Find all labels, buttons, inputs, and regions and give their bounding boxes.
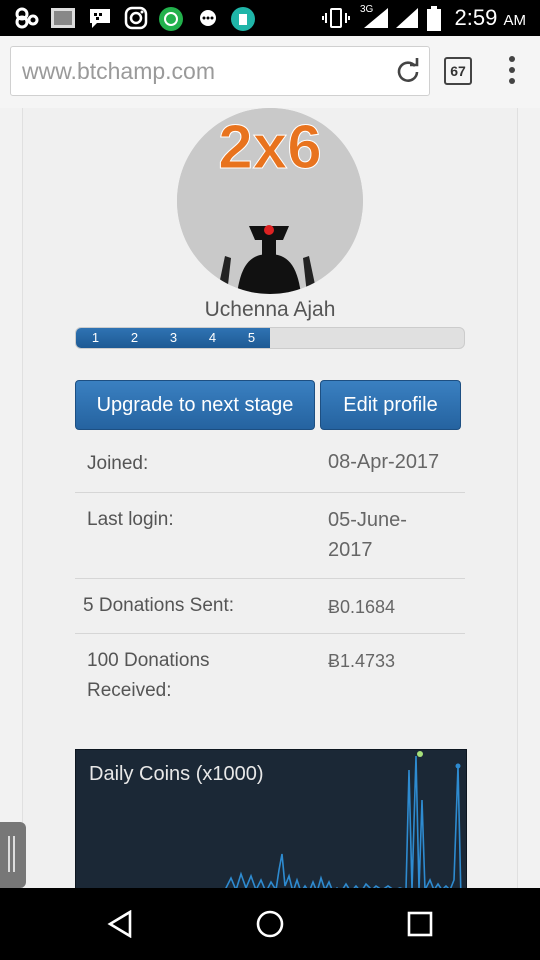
stage-labels: 1 2 3 4 5 [76, 328, 271, 348]
reload-icon[interactable] [395, 58, 421, 84]
gallery-icon [51, 8, 75, 28]
stat-value: Ƀ1.4733 [328, 651, 396, 671]
recent-apps-icon[interactable] [406, 910, 434, 938]
avatar-image: 2x6 [177, 108, 363, 294]
stat-label: Joined: [87, 453, 149, 474]
edit-profile-button[interactable]: Edit profile [320, 380, 461, 430]
daily-coins-chart: Daily Coins (x1000) [75, 749, 467, 888]
stat-value: 08-Apr-2017 [328, 451, 440, 473]
stat-value: 05-June-2017 [328, 509, 407, 561]
web-page: 2x6 Uchenna Ajah 1 2 3 4 5 Upgrade to next s… [0, 108, 540, 888]
stat-label: 5 Donations Sent: [83, 595, 235, 616]
stage-progress-bar: 1 2 3 4 5 [75, 327, 465, 349]
clock-ampm: AM [503, 12, 527, 29]
url-field[interactable]: www.btchamp.com [10, 46, 430, 96]
app-icon [15, 7, 39, 29]
chart-end-point [455, 763, 461, 769]
stat-row-last-login: Last login: 05-June-2017 [75, 492, 465, 579]
stat-label: Last login: [87, 509, 174, 530]
signal-icon [364, 8, 388, 28]
clock: 2:59 AM [455, 5, 526, 31]
green-app-icon [159, 7, 183, 31]
tab-switcher-button[interactable]: 67 [444, 57, 472, 85]
browser-toolbar: www.btchamp.com 67 [0, 36, 540, 109]
chart-series-line [225, 755, 462, 888]
cleaner-icon [231, 7, 255, 31]
stat-row-donations-sent: 5 Donations Sent: Ƀ0.1684 [75, 578, 465, 634]
signal-icon-2 [396, 8, 418, 28]
chart-plot [225, 751, 462, 888]
stat-value: Ƀ0.1684 [328, 597, 396, 617]
stat-label: 100 Donations Received: [87, 650, 210, 701]
bbm-icon [90, 9, 110, 28]
overflow-menu-icon[interactable] [506, 56, 518, 90]
stat-row-donations-received: 100 Donations Received: Ƀ1.4733 [75, 633, 465, 724]
user-name: Uchenna Ajah [204, 298, 336, 321]
upgrade-button[interactable]: Upgrade to next stage [75, 380, 315, 430]
clock-time: 2:59 [454, 5, 498, 30]
stage-label: 2 [130, 330, 139, 345]
instagram-icon [124, 6, 148, 30]
vibrate-icon [322, 8, 350, 28]
status-bar: 3G 2:59 AM [0, 0, 540, 36]
avatar: 2x6 [177, 108, 363, 294]
stage-label: 3 [169, 330, 178, 345]
chat-icon [200, 10, 216, 26]
stage-label: 1 [91, 330, 100, 345]
url-text: www.btchamp.com [22, 58, 216, 84]
stat-row-joined: Joined: 08-Apr-2017 [75, 445, 465, 492]
navigation-bar [0, 888, 540, 960]
battery-icon [427, 6, 441, 31]
side-drawer-handle[interactable] [0, 822, 26, 888]
stage-label: 5 [247, 330, 256, 345]
stage-label: 4 [208, 330, 217, 345]
home-icon[interactable] [255, 909, 285, 939]
chart-highlight-point [417, 751, 423, 757]
avatar-logo-text: 2x6 [218, 113, 321, 182]
back-icon[interactable] [106, 910, 134, 938]
